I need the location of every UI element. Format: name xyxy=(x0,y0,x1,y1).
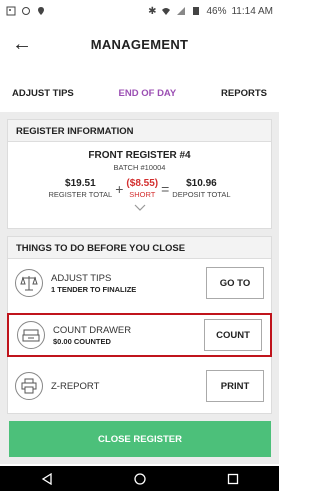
short-amount: ($8.55) SHORT xyxy=(126,178,158,199)
tab-adjust-tips[interactable]: ADJUST TIPS xyxy=(12,84,74,110)
count-button[interactable]: COUNT xyxy=(204,319,262,351)
deposit-total-label: DEPOSIT TOTAL xyxy=(172,190,231,199)
status-bar: ✱ 46% 11:14 AM xyxy=(0,0,279,22)
chevron-down-icon[interactable] xyxy=(8,203,271,214)
signal-icon xyxy=(177,7,186,15)
tab-reports[interactable]: REPORTS xyxy=(221,84,267,110)
print-button[interactable]: PRINT xyxy=(206,370,264,402)
battery-icon xyxy=(193,7,200,15)
close-register-button[interactable]: CLOSE REGISTER xyxy=(9,421,271,457)
printer-icon xyxy=(15,372,43,400)
scale-icon xyxy=(15,269,43,297)
register-total-label: REGISTER TOTAL xyxy=(48,190,113,199)
plus-sign: + xyxy=(115,181,124,197)
battery-level: 46% xyxy=(206,5,227,17)
register-name: FRONT REGISTER #4 xyxy=(88,150,191,161)
app-header: ← MANAGEMENT xyxy=(0,22,279,66)
todo-item-count-drawer: COUNT DRAWER $0.00 COUNTED COUNT xyxy=(7,313,272,357)
home-circle-icon[interactable] xyxy=(133,472,146,485)
todo-item-sub: 1 TENDER TO FINALIZE xyxy=(51,284,137,294)
location-icon xyxy=(38,7,44,15)
sync-icon xyxy=(22,7,30,15)
register-total: $19.51 REGISTER TOTAL xyxy=(48,178,112,199)
tab-bar: ADJUST TIPS END OF DAY REPORTS xyxy=(0,84,279,110)
deposit-total-amount: $10.96 xyxy=(186,178,217,189)
short-label: SHORT xyxy=(129,190,156,199)
todo-heading: THINGS TO DO BEFORE YOU CLOSE xyxy=(8,237,271,259)
todo-item-label: Z-REPORT xyxy=(51,380,100,392)
recents-square-icon[interactable] xyxy=(227,473,239,485)
register-info-heading: REGISTER INFORMATION xyxy=(8,120,271,142)
register-info-card: REGISTER INFORMATION FRONT REGISTER #4 B… xyxy=(7,119,272,229)
todo-item-sub: $0.00 COUNTED xyxy=(53,336,111,346)
deposit-total: $10.96 DEPOSIT TOTAL xyxy=(172,178,230,199)
bluetooth-icon: ✱ xyxy=(148,5,157,17)
todo-item-z-report: Z-REPORT PRINT xyxy=(7,364,272,408)
back-arrow-icon[interactable]: ← xyxy=(12,33,34,55)
todo-item-label: COUNT DRAWER xyxy=(53,324,132,336)
gallery-icon xyxy=(6,6,16,16)
short-value: ($8.55) xyxy=(126,178,159,189)
todo-item-adjust-tips: ADJUST TIPS 1 TENDER TO FINALIZE GO TO xyxy=(7,261,272,305)
page-title: MANAGEMENT xyxy=(90,36,189,52)
totals-row: $19.51 REGISTER TOTAL + ($8.55) SHORT = … xyxy=(8,178,271,199)
batch-number: BATCH #10004 xyxy=(113,163,166,172)
register-total-amount: $19.51 xyxy=(65,178,96,189)
back-triangle-icon[interactable] xyxy=(41,472,53,485)
wifi-icon xyxy=(162,8,171,15)
system-nav-bar xyxy=(0,466,279,491)
go-to-button[interactable]: GO TO xyxy=(206,267,264,299)
cash-drawer-icon xyxy=(17,321,45,349)
tab-end-of-day[interactable]: END OF DAY xyxy=(119,84,177,110)
todo-item-label: ADJUST TIPS xyxy=(51,272,112,284)
clock: 11:14 AM xyxy=(231,5,273,17)
equals-sign: = xyxy=(161,181,170,197)
